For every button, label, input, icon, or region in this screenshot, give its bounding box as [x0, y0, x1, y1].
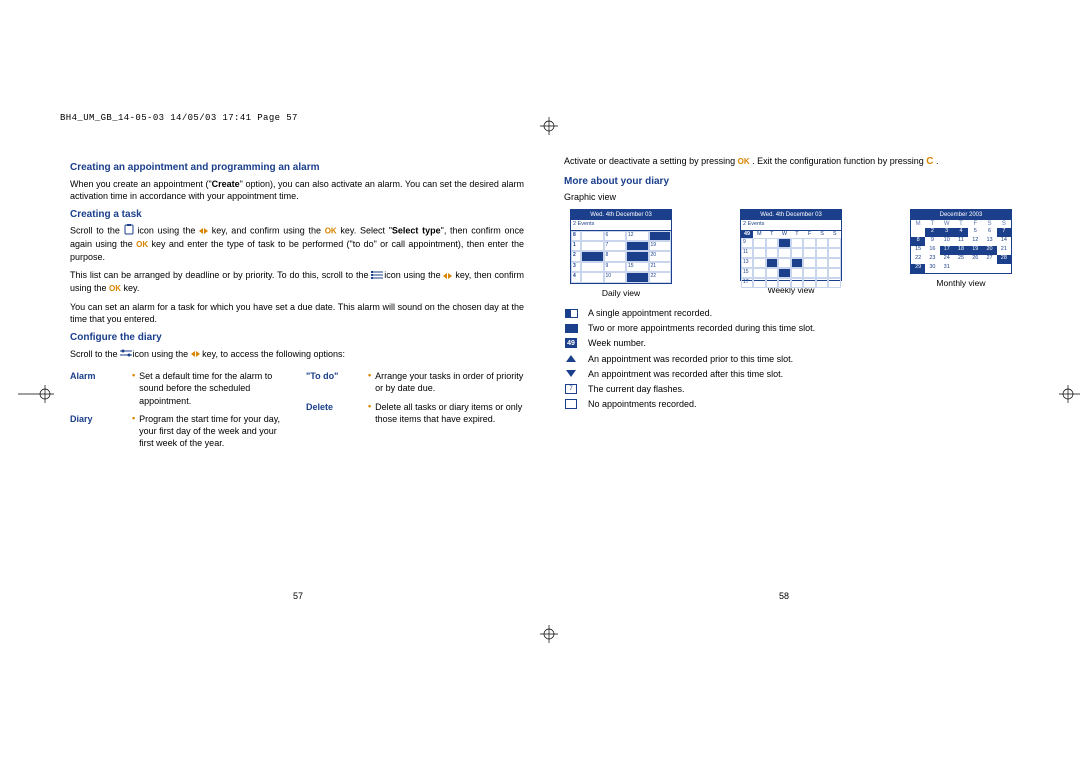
ok-key: OK: [325, 227, 337, 236]
daily-view: Wed. 4th December 03 2 Events 861218 171…: [570, 209, 672, 299]
option-todo: "To do" •Arrange your tasks in order of …: [306, 370, 524, 396]
triangle-up-icon: [566, 355, 576, 362]
legend-none: No appointments recorded.: [564, 398, 1018, 410]
content-columns: Creating an appointment and programming …: [70, 155, 1018, 451]
para-activate: Activate or deactivate a setting by pres…: [564, 155, 1018, 169]
left-right-key-icon: [443, 273, 452, 279]
legend-flash: 7The current day flashes.: [564, 383, 1018, 395]
para-task-1: Scroll to the icon using the key, and co…: [70, 224, 524, 263]
heading-task: Creating a task: [70, 208, 524, 222]
ok-key: OK: [738, 157, 750, 166]
legend-week: 49Week number.: [564, 337, 1018, 349]
page-number-left: 57: [293, 590, 303, 602]
triangle-down-icon: [566, 370, 576, 377]
registration-mark-top: [540, 117, 558, 135]
para-task-3: You can set an alarm for a task for whic…: [70, 301, 524, 325]
c-key: C: [926, 156, 933, 167]
left-column: Creating an appointment and programming …: [70, 155, 524, 451]
options-table: Alarm •Set a default time for the alarm …: [70, 366, 524, 451]
left-right-key-icon: [191, 351, 200, 357]
right-column: Activate or deactivate a setting by pres…: [564, 155, 1018, 451]
para-appointment: When you create an appointment ("Create"…: [70, 178, 524, 202]
legend-multi: Two or more appointments recorded during…: [564, 322, 1018, 334]
view-thumbnails: Wed. 4th December 03 2 Events 861218 171…: [564, 209, 1018, 299]
legend: A single appointment recorded. Two or mo…: [564, 307, 1018, 410]
list-icon: [371, 270, 381, 282]
full-box-icon: [565, 324, 578, 333]
legend-single: A single appointment recorded.: [564, 307, 1018, 319]
clipboard-icon: [124, 224, 134, 238]
registration-mark-left: [18, 385, 54, 403]
half-box-icon: [565, 309, 578, 318]
page-number-right: 58: [779, 590, 789, 602]
option-diary: Diary •Program the start time for your d…: [70, 413, 288, 451]
file-header: BH4_UM_GB_14-05-03 14/05/03 17:41 Page 5…: [60, 112, 298, 124]
flash-day-icon: 7: [565, 384, 577, 394]
registration-mark-bottom: [540, 625, 558, 643]
left-right-key-icon: [199, 228, 208, 234]
heading-more-diary: More about your diary: [564, 175, 1018, 189]
ok-key: OK: [109, 284, 121, 293]
legend-before: An appointment was recorded prior to thi…: [564, 353, 1018, 365]
para-task-2: This list can be arranged by deadline or…: [70, 269, 524, 294]
legend-after: An appointment was recorded after this t…: [564, 368, 1018, 380]
settings-icon: [120, 348, 130, 360]
registration-mark-right: [1059, 385, 1080, 403]
week-number-icon: 49: [565, 338, 577, 348]
ok-key: OK: [136, 240, 148, 249]
option-delete: Delete •Delete all tasks or diary items …: [306, 401, 524, 427]
weekly-view: Wed. 4th December 03 2 Events 49MTWTFSS …: [740, 209, 842, 299]
monthly-view: December 2003 MTWTFSS 2345678 9101112131…: [910, 209, 1012, 299]
heading-appointment: Creating an appointment and programming …: [70, 161, 524, 175]
empty-box-icon: [565, 399, 577, 409]
option-alarm: Alarm •Set a default time for the alarm …: [70, 370, 288, 408]
para-configure: Scroll to the icon using the key, to acc…: [70, 348, 524, 361]
page: BH4_UM_GB_14-05-03 14/05/03 17:41 Page 5…: [0, 0, 1080, 763]
graphic-view-label: Graphic view: [564, 191, 1018, 203]
heading-configure: Configure the diary: [70, 331, 524, 345]
